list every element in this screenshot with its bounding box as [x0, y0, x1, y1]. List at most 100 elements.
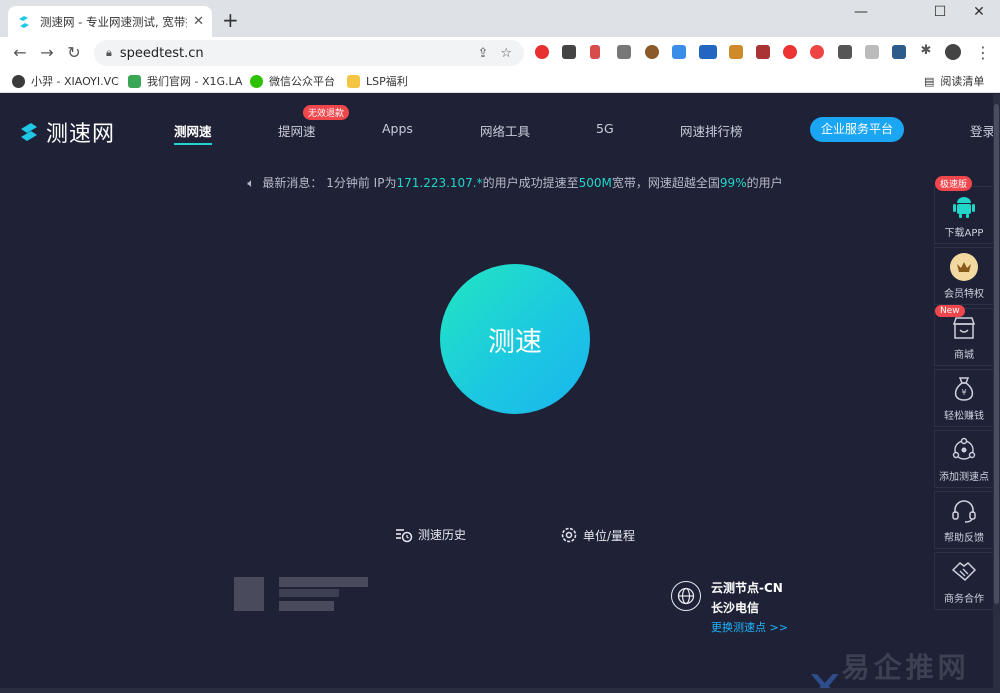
bookmark-label: 我们官网 - X1G.LA	[147, 75, 243, 88]
extension-icon[interactable]	[617, 45, 631, 59]
extension-icon[interactable]	[756, 45, 770, 59]
nav-network-tools[interactable]: 网络工具	[480, 121, 530, 140]
scrollbar-thumb[interactable]	[994, 104, 999, 604]
extensions-puzzle-icon[interactable]: ✱	[916, 43, 936, 58]
extension-icon[interactable]	[783, 45, 797, 59]
units-label: 单位/量程	[583, 528, 636, 543]
shop-icon	[950, 314, 978, 342]
bookmark-favicon-icon	[250, 74, 263, 88]
nav-apps[interactable]: Apps	[382, 121, 413, 136]
extension-icon[interactable]	[892, 45, 906, 59]
tab-title: 测速网 - 专业网速测试, 宽带提速	[40, 14, 187, 29]
sidebar-item-business[interactable]: 商务合作	[934, 552, 994, 610]
sidebar-item-vip[interactable]: 会员特权	[934, 247, 994, 305]
bookmark-item[interactable]: 小羿 - XIAOYI.VC	[12, 73, 119, 89]
sidebar-item-earn-money[interactable]: ¥ 轻松赚钱	[934, 369, 994, 427]
money-bag-icon: ¥	[950, 375, 978, 403]
reload-icon[interactable]: ↻	[64, 43, 84, 62]
bookmark-star-icon[interactable]: ☆	[500, 46, 512, 61]
reading-list-icon: ▤	[924, 74, 935, 88]
nav-speed-ranking[interactable]: 网速排行榜	[680, 121, 743, 140]
extension-icon[interactable]	[729, 45, 743, 59]
browser-toolbar: ← → ↻ 🔒︎ speedtest.cn ⇪ ☆ ✱ ⋮	[0, 37, 1000, 69]
bookmark-folder-icon	[347, 74, 360, 88]
extension-icon[interactable]	[645, 45, 659, 59]
speaker-icon: 🔈︎	[247, 176, 255, 190]
reading-list-label: 阅读清单	[940, 75, 985, 88]
sidebar-label: 帮助反馈	[944, 532, 984, 544]
lock-icon: 🔒︎	[106, 46, 112, 59]
maximize-icon[interactable]: ☐	[925, 4, 955, 20]
blurred-text	[279, 577, 368, 587]
tab-close-icon[interactable]: ✕	[193, 14, 204, 29]
watermark: 易企推网络	[808, 646, 1000, 693]
news-text: 最新消息： 1分钟前 IP为	[262, 176, 397, 190]
news-text: 的用户	[746, 176, 783, 190]
extension-icon[interactable]	[590, 45, 600, 59]
page-scrollbar[interactable]	[993, 94, 1000, 693]
start-speed-test-button[interactable]: 测速	[440, 264, 590, 414]
profile-avatar[interactable]	[945, 44, 961, 60]
new-tab-icon[interactable]: +	[222, 10, 239, 30]
bookmark-label: 小羿 - XIAOYI.VC	[31, 75, 119, 88]
android-icon	[950, 192, 978, 220]
nav-5g[interactable]: 5G	[596, 121, 614, 136]
extension-icon[interactable]	[562, 45, 576, 59]
headset-icon	[950, 497, 978, 525]
news-ip: 171.223.107.*	[396, 176, 483, 190]
extension-icon[interactable]	[810, 45, 824, 59]
url-text[interactable]: speedtest.cn	[120, 46, 478, 61]
extension-icon[interactable]	[838, 45, 852, 59]
bookmark-favicon-icon	[128, 74, 141, 88]
settings-gear-icon	[561, 527, 577, 543]
login-link[interactable]: 登录	[970, 121, 995, 140]
horizontal-scrollbar[interactable]	[0, 688, 994, 693]
change-node-link[interactable]: 更换测速点 >>	[711, 619, 788, 635]
site-logo[interactable]: 测速网	[18, 116, 115, 148]
svg-text:¥: ¥	[961, 388, 966, 397]
sidebar-item-add-node[interactable]: 添加测速点	[934, 430, 994, 488]
bookmark-item[interactable]: LSP福利	[347, 73, 408, 89]
network-node-icon	[950, 436, 978, 464]
browser-tab[interactable]: 测速网 - 专业网速测试, 宽带提速 ✕	[8, 6, 212, 37]
units-button[interactable]: 单位/量程	[560, 526, 635, 544]
back-icon[interactable]: ←	[10, 43, 30, 62]
address-bar[interactable]: 🔒︎ speedtest.cn ⇪ ☆	[94, 40, 524, 66]
nav-boost-speed[interactable]: 提网速	[278, 121, 316, 140]
opera-extension-icon[interactable]	[535, 45, 549, 59]
reading-list[interactable]: ▤ 阅读清单	[924, 73, 984, 89]
history-label: 测速历史	[418, 528, 467, 542]
history-button[interactable]: 测速历史	[395, 526, 466, 543]
node-isp: 长沙电信	[711, 601, 760, 615]
watermark-text: 易企推网络	[841, 651, 970, 693]
speedtest-page: 测速网 测网速 提网速 无效退款 Apps 网络工具 5G 网速排行榜 企业服务…	[0, 94, 1000, 693]
bookmarks-bar: 小羿 - XIAOYI.VC 我们官网 - X1G.LA 微信公众平台 LSP福…	[0, 69, 1000, 93]
news-text: 宽带，网速超越全国	[611, 176, 720, 190]
bookmark-item[interactable]: 我们官网 - X1G.LA	[128, 73, 242, 89]
browser-tab-bar: 测速网 - 专业网速测试, 宽带提速 ✕ + — ☐ ✕	[0, 0, 1000, 37]
sidebar-label: 商城	[954, 349, 974, 361]
globe-icon	[671, 581, 701, 611]
news-text: 的用户成功提速至	[482, 176, 579, 190]
blurred-text	[279, 601, 334, 611]
sidebar-label: 下载APP	[944, 227, 984, 239]
extension-icon[interactable]	[865, 45, 879, 59]
nav-speed-test[interactable]: 测网速	[174, 121, 212, 145]
bookmark-item[interactable]: 微信公众平台	[250, 73, 335, 89]
sidebar-item-download-app[interactable]: 下载APP	[934, 186, 994, 244]
news-ticker: 🔈︎ 最新消息： 1分钟前 IP为171.223.107.*的用户成功提速至50…	[0, 174, 1000, 191]
extension-icon[interactable]	[672, 45, 686, 59]
close-window-icon[interactable]: ✕	[964, 4, 994, 20]
refund-badge: 无效退款	[303, 105, 350, 120]
share-icon[interactable]: ⇪	[477, 46, 488, 61]
sidebar-badge: 极速版	[935, 176, 973, 191]
menu-kebab-icon[interactable]: ⋮	[973, 43, 993, 62]
extension-icon[interactable]	[699, 45, 717, 59]
logo-mark-icon	[21, 123, 37, 141]
minimize-icon[interactable]: —	[846, 4, 876, 20]
sidebar-label: 轻松赚钱	[944, 410, 984, 422]
site-favicon-icon	[19, 15, 29, 28]
enterprise-platform-button[interactable]: 企业服务平台	[810, 117, 904, 142]
sidebar-item-help[interactable]: 帮助反馈	[934, 491, 994, 549]
forward-icon[interactable]: →	[37, 43, 57, 62]
